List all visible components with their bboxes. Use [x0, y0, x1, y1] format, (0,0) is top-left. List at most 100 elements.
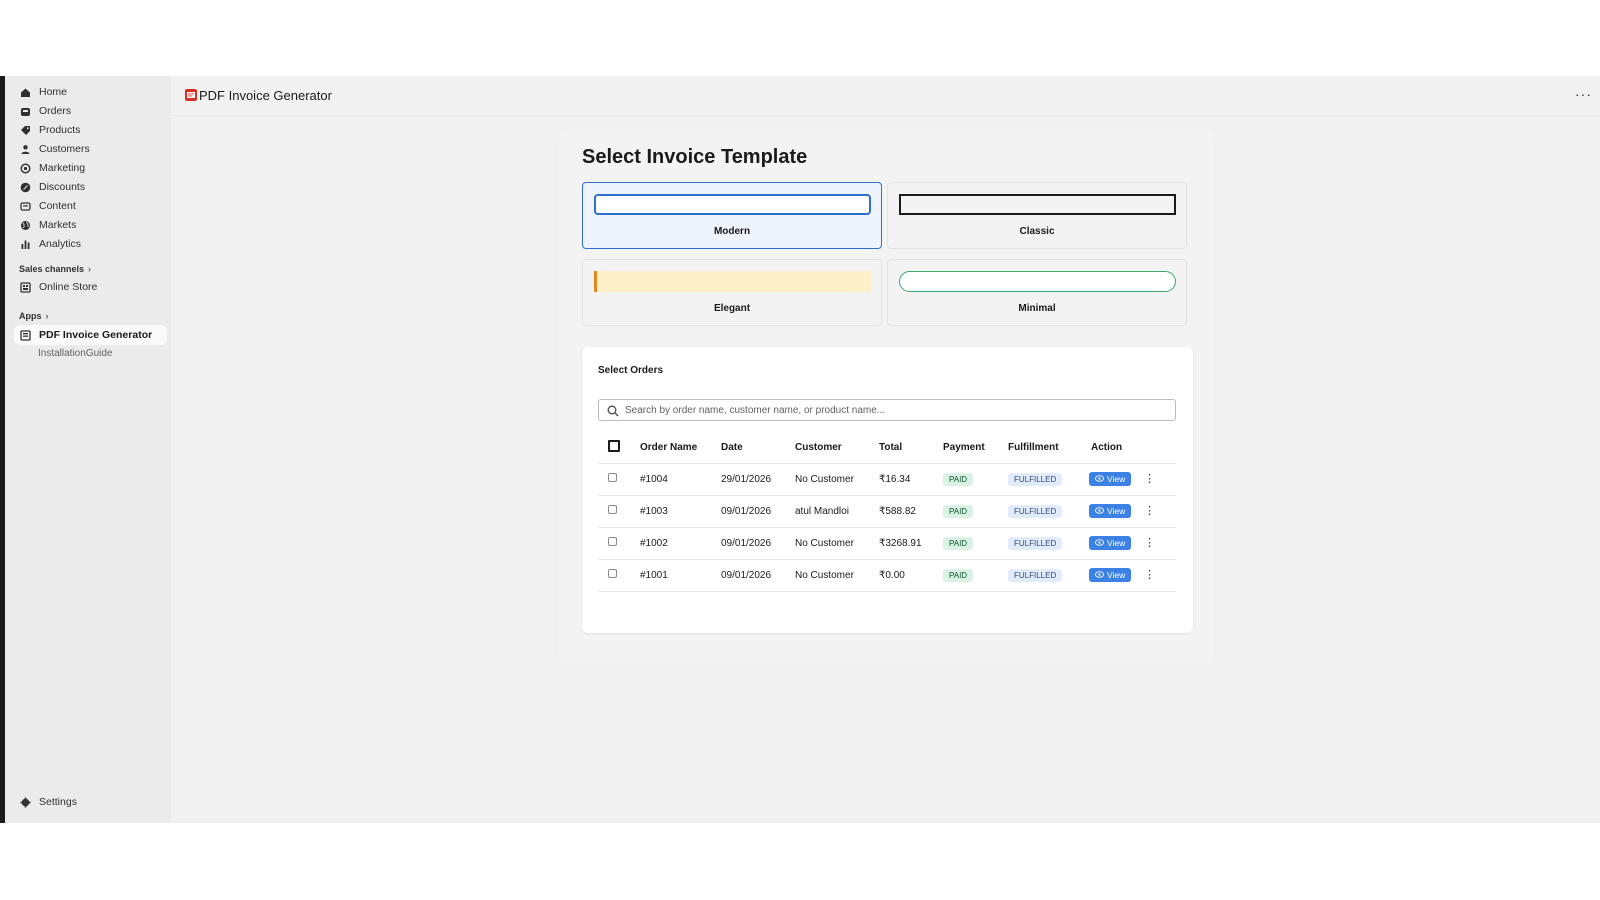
payment-status-badge: PAID — [943, 568, 974, 582]
sidebar-item-label: Home — [39, 86, 68, 98]
action-cell: View ⋮ — [1089, 495, 1176, 528]
sidebar-subitem-installation-guide[interactable]: InstallationGuide — [38, 348, 113, 359]
view-button[interactable]: View — [1089, 504, 1132, 518]
template-minimal[interactable]: Minimal — [887, 259, 1187, 326]
payment-status-badge: PAID — [943, 504, 974, 518]
main-area: PDF Invoice Generator ··· Select Invoice… — [171, 76, 1600, 823]
sidebar-item-label: Orders — [39, 105, 72, 117]
search-field[interactable] — [598, 399, 1176, 421]
template-label: Modern — [713, 226, 751, 237]
search-icon — [607, 404, 619, 417]
payment-status-badge: PAID — [943, 472, 974, 486]
sidebar-item-label: Marketing — [39, 162, 86, 174]
table-row: #1001 09/01/2026 No Customer ₹0.00 PAID … — [598, 559, 1176, 592]
order-customer: atul Mandloi — [795, 495, 879, 528]
sidebar-item-label: PDF Invoice Generator — [39, 329, 153, 341]
apps-heading[interactable]: Apps › — [19, 311, 49, 321]
row-menu-icon[interactable]: ⋮ — [1144, 538, 1155, 549]
home-icon — [20, 87, 31, 98]
sidebar-item-label: Discounts — [39, 181, 86, 193]
row-checkbox-cell — [598, 463, 640, 496]
row-checkbox[interactable] — [608, 473, 617, 482]
sidebar-item-label: Analytics — [39, 238, 82, 250]
sidebar-item-analytics[interactable]: Analytics — [14, 234, 167, 254]
column-header[interactable]: Payment — [943, 433, 1008, 464]
globe-icon — [20, 220, 31, 231]
orders-table: Order Name Date Customer Total Payment F… — [598, 433, 1176, 592]
target-icon — [20, 162, 31, 174]
row-menu-icon[interactable]: ⋮ — [1144, 506, 1155, 517]
view-button[interactable]: View — [1089, 568, 1132, 582]
view-button[interactable]: View — [1089, 472, 1132, 486]
template-preview — [899, 194, 1176, 215]
apps-label: Apps — [19, 311, 42, 321]
sidebar-item-products[interactable]: Products — [14, 120, 167, 140]
template-classic[interactable]: Classic — [887, 182, 1187, 249]
table-header-row: Order Name Date Customer Total Payment F… — [598, 433, 1176, 464]
view-button-label: View — [1107, 506, 1126, 516]
template-preview — [899, 271, 1176, 292]
template-modern[interactable]: Modern — [582, 182, 882, 249]
order-total: ₹3268.91 — [879, 527, 943, 560]
eye-icon — [1095, 538, 1104, 548]
select-all-checkbox[interactable] — [608, 440, 620, 453]
column-header[interactable]: Fulfillment — [1008, 433, 1089, 464]
fulfillment-cell: FULFILLED — [1008, 495, 1089, 528]
sales-channels-label: Sales channels — [19, 264, 85, 274]
view-button-label: View — [1107, 570, 1126, 580]
sidebar-item-markets[interactable]: Markets — [14, 215, 167, 235]
column-header[interactable]: Customer — [795, 433, 879, 464]
sidebar-item-pdf-invoice-generator[interactable]: PDF Invoice Generator — [14, 325, 167, 345]
sidebar-item-home[interactable]: Home — [14, 82, 167, 102]
sidebar-item-orders[interactable]: Orders — [14, 101, 167, 121]
column-header[interactable]: Total — [879, 433, 943, 464]
payment-status-badge: PAID — [943, 536, 974, 550]
action-cell: View ⋮ — [1089, 559, 1176, 592]
order-customer: No Customer — [795, 559, 879, 592]
order-date: 09/01/2026 — [721, 527, 795, 560]
view-button-label: View — [1107, 538, 1126, 548]
action-cell: View ⋮ — [1089, 527, 1176, 560]
sidebar-item-marketing[interactable]: Marketing — [14, 158, 167, 178]
sidebar-item-content[interactable]: Content — [14, 196, 167, 216]
action-cell: View ⋮ — [1089, 463, 1176, 496]
row-checkbox[interactable] — [608, 569, 617, 578]
sidebar-item-settings[interactable]: Settings — [14, 792, 167, 812]
order-name: #1004 — [640, 463, 721, 496]
sidebar-item-discounts[interactable]: Discounts — [14, 177, 167, 197]
template-elegant[interactable]: Elegant — [582, 259, 882, 326]
column-header[interactable]: Date — [721, 433, 795, 464]
row-checkbox[interactable] — [608, 505, 617, 514]
view-button[interactable]: View — [1089, 536, 1132, 550]
fulfillment-cell: FULFILLED — [1008, 559, 1089, 592]
order-total: ₹588.82 — [879, 495, 943, 528]
order-name: #1002 — [640, 527, 721, 560]
app-header: PDF Invoice Generator ··· — [171, 76, 1600, 116]
fulfillment-status-badge: FULFILLED — [1008, 536, 1063, 550]
sidebar-item-label: Content — [39, 200, 76, 212]
column-header[interactable]: Order Name — [640, 433, 721, 464]
row-checkbox[interactable] — [608, 537, 617, 546]
row-menu-icon[interactable]: ⋮ — [1144, 570, 1155, 581]
table-row: #1002 09/01/2026 No Customer ₹3268.91 PA… — [598, 527, 1176, 560]
payment-cell: PAID — [943, 495, 1008, 528]
payment-cell: PAID — [943, 527, 1008, 560]
order-name: #1001 — [640, 559, 721, 592]
sidebar-item-customers[interactable]: Customers — [14, 139, 167, 159]
more-actions-button[interactable]: ··· — [1575, 86, 1592, 102]
search-input[interactable] — [625, 404, 1165, 416]
sidebar-item-label: Customers — [39, 143, 90, 155]
fulfillment-status-badge: FULFILLED — [1008, 472, 1063, 486]
tag-icon — [20, 125, 31, 136]
order-date: 09/01/2026 — [721, 495, 795, 528]
row-checkbox-cell — [598, 527, 640, 560]
payment-cell: PAID — [943, 559, 1008, 592]
fulfillment-cell: FULFILLED — [1008, 527, 1089, 560]
page-title: Select Invoice Template — [582, 146, 808, 168]
sidebar-item-online-store[interactable]: Online Store — [14, 277, 167, 297]
sales-channels-heading[interactable]: Sales channels › — [19, 264, 91, 274]
person-icon — [20, 144, 31, 155]
page-content: Select Invoice Template Modern Classic E… — [559, 130, 1213, 664]
row-menu-icon[interactable]: ⋮ — [1144, 474, 1155, 485]
eye-icon — [1095, 570, 1104, 580]
